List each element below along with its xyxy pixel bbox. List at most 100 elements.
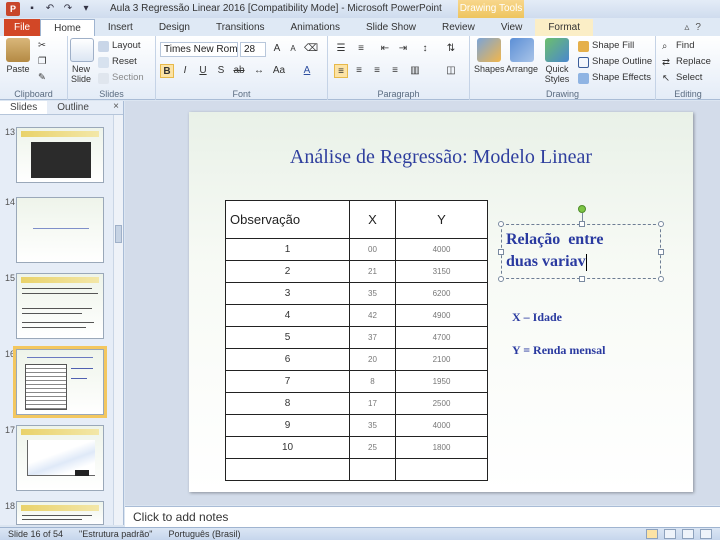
cell-x[interactable]: 8	[349, 370, 396, 393]
cell-y[interactable]: 2100	[395, 348, 488, 371]
cell-y[interactable]: 4000	[395, 414, 488, 437]
columns-icon[interactable]: ▥	[408, 64, 422, 78]
cell-x[interactable]: 25	[349, 436, 396, 459]
section-button[interactable]: Section	[98, 72, 144, 84]
redo-icon[interactable]: ↷	[62, 3, 74, 15]
resize-handle-w[interactable]	[498, 249, 504, 255]
strikethrough-icon[interactable]: ab	[232, 64, 246, 78]
save-icon[interactable]: ▪	[26, 3, 38, 15]
powerpoint-app-icon[interactable]: P	[6, 2, 20, 16]
replace-button[interactable]: ⇄ Replace	[662, 56, 711, 68]
shadow-icon[interactable]: S	[214, 64, 228, 78]
new-slide-button[interactable]: New Slide	[70, 38, 94, 84]
tab-slides-panel[interactable]: Slides	[0, 101, 48, 114]
align-center-icon[interactable]: ≡	[352, 64, 366, 78]
cell-x[interactable]: 00	[349, 238, 396, 261]
italic-icon[interactable]: I	[178, 64, 192, 78]
paste-button[interactable]: Paste	[5, 38, 31, 74]
customize-qat-icon[interactable]: ▾	[80, 3, 92, 15]
tab-slide-show[interactable]: Slide Show	[353, 19, 429, 36]
tab-home[interactable]: Home	[40, 19, 95, 36]
text-direction-icon[interactable]: ⇅	[444, 42, 458, 56]
reset-button[interactable]: Reset	[98, 56, 137, 68]
cell-y[interactable]: 2500	[395, 392, 488, 415]
shape-fill-button[interactable]: Shape Fill	[578, 40, 634, 52]
cell-observacao[interactable]: 5	[225, 326, 350, 349]
notes-placeholder[interactable]: Click to add notes	[133, 510, 228, 524]
shapes-button[interactable]: Shapes	[474, 38, 505, 74]
notes-pane[interactable]: Click to add notes	[125, 506, 720, 527]
underline-icon[interactable]: U	[196, 64, 210, 78]
variable-x-text[interactable]: X – Idade	[512, 310, 562, 325]
shape-outline-button[interactable]: Shape Outline	[578, 56, 652, 68]
cell-y[interactable]: 4700	[395, 326, 488, 349]
justify-icon[interactable]: ≡	[388, 64, 402, 78]
tab-view[interactable]: View	[488, 19, 536, 36]
font-name-combo[interactable]: Times New Roman	[160, 42, 238, 57]
cell-y[interactable]: 6200	[395, 282, 488, 305]
shape-effects-button[interactable]: Shape Effects	[578, 72, 651, 84]
slide-sorter-icon[interactable]	[664, 529, 676, 539]
cell-observacao[interactable]: 10	[225, 436, 350, 459]
line-spacing-icon[interactable]: ↕	[418, 42, 432, 56]
cell-observacao[interactable]: 9	[225, 414, 350, 437]
resize-handle-s[interactable]	[579, 276, 585, 282]
cell-observacao[interactable]: 3	[225, 282, 350, 305]
numbering-icon[interactable]: ≡	[354, 42, 368, 56]
cell-observacao[interactable]: 8	[225, 392, 350, 415]
bullets-icon[interactable]: ☰	[334, 42, 348, 56]
slide-title[interactable]: Análise de Regressão: Modelo Linear	[189, 146, 693, 169]
cell-y[interactable]: 1950	[395, 370, 488, 393]
char-spacing-icon[interactable]: ↔	[252, 64, 266, 78]
select-button[interactable]: ↖ Select	[662, 72, 702, 84]
bold-icon[interactable]: B	[160, 64, 174, 78]
cell-x[interactable]: 21	[349, 260, 396, 283]
tab-outline-panel[interactable]: Outline	[47, 101, 99, 114]
cell-x[interactable]: 37	[349, 326, 396, 349]
resize-handle-sw[interactable]	[498, 276, 504, 282]
panel-scroll-thumb[interactable]	[115, 225, 122, 243]
selected-textbox[interactable]: Relação entre duas variav	[498, 205, 664, 282]
resize-handle-se[interactable]	[658, 276, 664, 282]
change-case-icon[interactable]: Aa	[272, 64, 286, 78]
rotation-handle[interactable]	[578, 205, 586, 213]
language-indicator[interactable]: Português (Brasil)	[160, 529, 248, 539]
font-color-icon[interactable]: A	[300, 64, 314, 78]
cell-observacao[interactable]	[225, 458, 350, 481]
data-table[interactable]: Observação X Y 1 00 4000 2 21 3150 3 35 6200 4 42 4…	[225, 200, 488, 481]
tab-design[interactable]: Design	[146, 19, 203, 36]
cell-observacao[interactable]: 2	[225, 260, 350, 283]
grow-font-icon[interactable]: A	[270, 42, 284, 56]
resize-handle-n[interactable]	[579, 221, 585, 227]
header-y[interactable]: Y	[395, 200, 488, 239]
variable-y-text[interactable]: Y = Renda mensal	[512, 343, 605, 358]
cell-x[interactable]: 42	[349, 304, 396, 327]
cell-x[interactable]: 17	[349, 392, 396, 415]
cut-icon[interactable]: ✂	[38, 40, 46, 52]
tab-file[interactable]: File	[4, 19, 41, 36]
tab-review[interactable]: Review	[429, 19, 488, 36]
resize-handle-ne[interactable]	[658, 221, 664, 227]
align-right-icon[interactable]: ≡	[370, 64, 384, 78]
cell-y[interactable]: 1800	[395, 436, 488, 459]
smartart-icon[interactable]: ◫	[444, 64, 458, 78]
slide-show-icon[interactable]	[700, 529, 712, 539]
cell-x[interactable]: 35	[349, 282, 396, 305]
normal-view-icon[interactable]	[646, 529, 658, 539]
font-size-combo[interactable]: 28	[240, 42, 266, 57]
header-observacao[interactable]: Observação	[225, 200, 350, 239]
shrink-font-icon[interactable]: A	[286, 42, 300, 56]
resize-handle-e[interactable]	[658, 249, 664, 255]
copy-icon[interactable]: ❐	[38, 56, 47, 68]
cell-observacao[interactable]: 4	[225, 304, 350, 327]
cell-y[interactable]: 4000	[395, 238, 488, 261]
quick-styles-button[interactable]: Quick Styles	[540, 38, 574, 84]
arrange-button[interactable]: Arrange	[506, 38, 538, 74]
close-panel-icon[interactable]: ×	[113, 101, 123, 114]
find-button[interactable]: ⌕ Find	[662, 40, 694, 52]
cell-y[interactable]	[395, 458, 488, 481]
cell-y[interactable]: 4900	[395, 304, 488, 327]
reading-view-icon[interactable]	[682, 529, 694, 539]
tab-format[interactable]: Format	[535, 19, 593, 36]
textbox-text[interactable]: Relação entre duas variav	[506, 229, 603, 273]
